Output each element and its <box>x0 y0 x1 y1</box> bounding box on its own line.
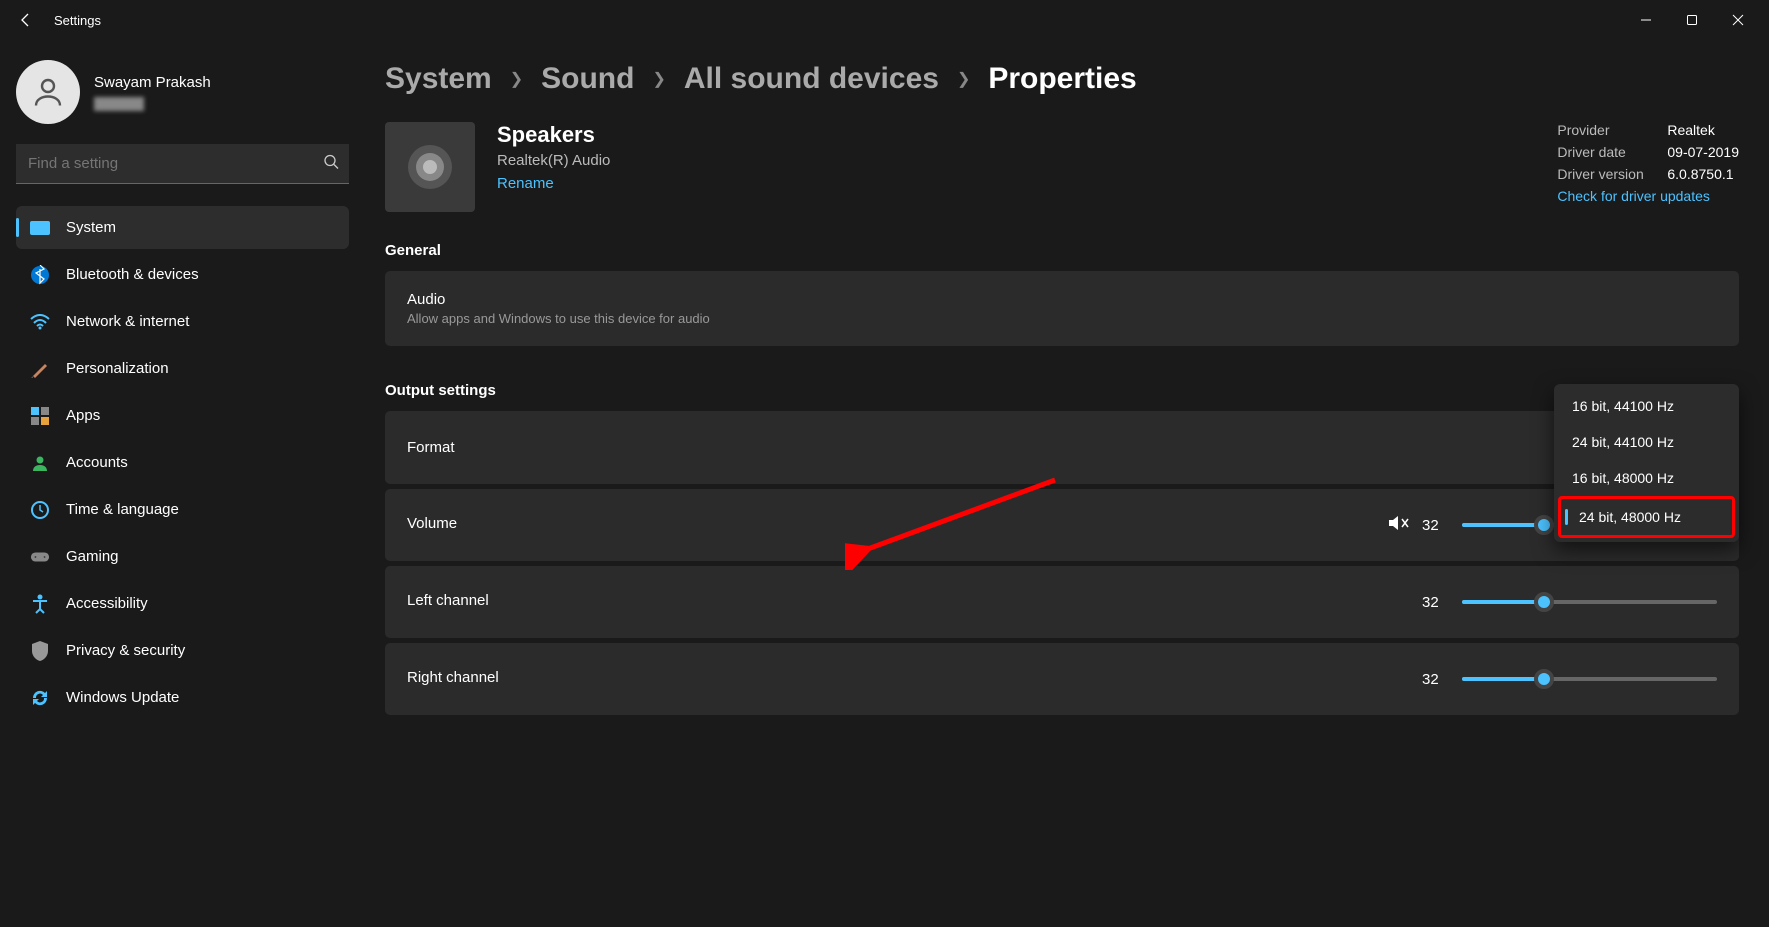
avatar <box>16 60 80 124</box>
sidebar-item-label: Network & internet <box>66 313 189 330</box>
accounts-icon <box>30 453 50 473</box>
dropdown-option[interactable]: 24 bit, 44100 Hz <box>1558 424 1735 460</box>
sidebar-item-accessibility[interactable]: Accessibility <box>16 582 349 625</box>
breadcrumb-sound[interactable]: Sound <box>541 62 634 96</box>
wifi-icon <box>30 312 50 332</box>
apps-icon <box>30 406 50 426</box>
left-channel-card: Left channel 32 <box>385 566 1739 638</box>
breadcrumb-system[interactable]: System <box>385 62 492 96</box>
sidebar-item-gaming[interactable]: Gaming <box>16 535 349 578</box>
audio-desc: Allow apps and Windows to use this devic… <box>407 311 1717 326</box>
sidebar-item-label: Windows Update <box>66 689 179 706</box>
profile-email-redacted <box>94 97 144 111</box>
rename-link[interactable]: Rename <box>497 175 554 192</box>
sidebar-item-privacy[interactable]: Privacy & security <box>16 629 349 672</box>
left-channel-value: 32 <box>1422 594 1450 611</box>
window-title: Settings <box>54 13 101 28</box>
right-channel-slider[interactable] <box>1462 677 1717 681</box>
bluetooth-icon <box>30 265 50 285</box>
audio-title: Audio <box>407 291 1717 308</box>
search-icon <box>323 154 339 175</box>
sidebar-item-label: Time & language <box>66 501 179 518</box>
profile[interactable]: Swayam Prakash <box>16 60 349 124</box>
sidebar-item-label: Privacy & security <box>66 642 185 659</box>
sidebar-item-network[interactable]: Network & internet <box>16 300 349 343</box>
close-button[interactable] <box>1715 2 1761 38</box>
driver-version-value: 6.0.8750.1 <box>1667 166 1733 182</box>
sidebar-item-bluetooth[interactable]: Bluetooth & devices <box>16 253 349 296</box>
back-button[interactable] <box>8 2 44 38</box>
right-channel-value: 32 <box>1422 671 1450 688</box>
format-dropdown: 16 bit, 44100 Hz 24 bit, 44100 Hz 16 bit… <box>1554 384 1739 542</box>
volume-label: Volume <box>407 515 1388 532</box>
gamepad-icon <box>30 547 50 567</box>
profile-name: Swayam Prakash <box>94 74 211 91</box>
sidebar: Swayam Prakash System Bluetooth & device… <box>0 40 365 927</box>
chevron-right-icon: ❯ <box>652 69 665 89</box>
sidebar-item-label: Accessibility <box>66 595 148 612</box>
device-name: Speakers <box>497 122 610 148</box>
maximize-button[interactable] <box>1669 2 1715 38</box>
output-section-title: Output settings <box>385 382 1739 399</box>
search-input[interactable] <box>16 144 349 184</box>
system-icon <box>30 218 50 238</box>
check-updates-link[interactable]: Check for driver updates <box>1557 188 1739 204</box>
breadcrumb-properties: Properties <box>988 62 1136 96</box>
left-channel-label: Left channel <box>407 592 1422 609</box>
general-section-title: General <box>385 242 1739 259</box>
update-icon <box>30 688 50 708</box>
provider-label: Provider <box>1557 122 1667 138</box>
sidebar-item-time-language[interactable]: Time & language <box>16 488 349 531</box>
provider-value: Realtek <box>1667 122 1714 138</box>
audio-card[interactable]: Audio Allow apps and Windows to use this… <box>385 271 1739 346</box>
chevron-right-icon: ❯ <box>957 69 970 89</box>
dropdown-option[interactable]: 16 bit, 44100 Hz <box>1558 388 1735 424</box>
sidebar-item-accounts[interactable]: Accounts <box>16 441 349 484</box>
dropdown-option-selected[interactable]: 24 bit, 48000 Hz <box>1558 496 1735 538</box>
sidebar-item-label: Gaming <box>66 548 119 565</box>
breadcrumb: System ❯ Sound ❯ All sound devices ❯ Pro… <box>385 62 1739 96</box>
speaker-device-icon <box>385 122 475 212</box>
dropdown-option[interactable]: 16 bit, 48000 Hz <box>1558 460 1735 496</box>
paintbrush-icon <box>30 359 50 379</box>
sidebar-item-system[interactable]: System <box>16 206 349 249</box>
sidebar-item-windows-update[interactable]: Windows Update <box>16 676 349 719</box>
format-card: Format Test <box>385 411 1739 484</box>
clock-globe-icon <box>30 500 50 520</box>
volume-card: Volume 32 <box>385 489 1739 561</box>
sidebar-item-personalization[interactable]: Personalization <box>16 347 349 390</box>
breadcrumb-all-devices[interactable]: All sound devices <box>684 62 939 96</box>
volume-value: 32 <box>1422 517 1450 534</box>
sidebar-item-label: Apps <box>66 407 100 424</box>
right-channel-card: Right channel 32 <box>385 643 1739 715</box>
sidebar-item-apps[interactable]: Apps <box>16 394 349 437</box>
driver-date-value: 09-07-2019 <box>1667 144 1739 160</box>
sidebar-item-label: System <box>66 219 116 236</box>
left-channel-slider[interactable] <box>1462 600 1717 604</box>
driver-date-label: Driver date <box>1557 144 1667 160</box>
shield-icon <box>30 641 50 661</box>
right-channel-label: Right channel <box>407 669 1422 686</box>
sidebar-item-label: Bluetooth & devices <box>66 266 199 283</box>
format-label: Format <box>407 439 1607 456</box>
sidebar-item-label: Personalization <box>66 360 169 377</box>
sidebar-item-label: Accounts <box>66 454 128 471</box>
driver-version-label: Driver version <box>1557 166 1667 182</box>
chevron-right-icon: ❯ <box>510 69 523 89</box>
device-subtitle: Realtek(R) Audio <box>497 152 610 169</box>
mute-icon[interactable] <box>1388 514 1410 537</box>
minimize-button[interactable] <box>1623 2 1669 38</box>
accessibility-icon <box>30 594 50 614</box>
